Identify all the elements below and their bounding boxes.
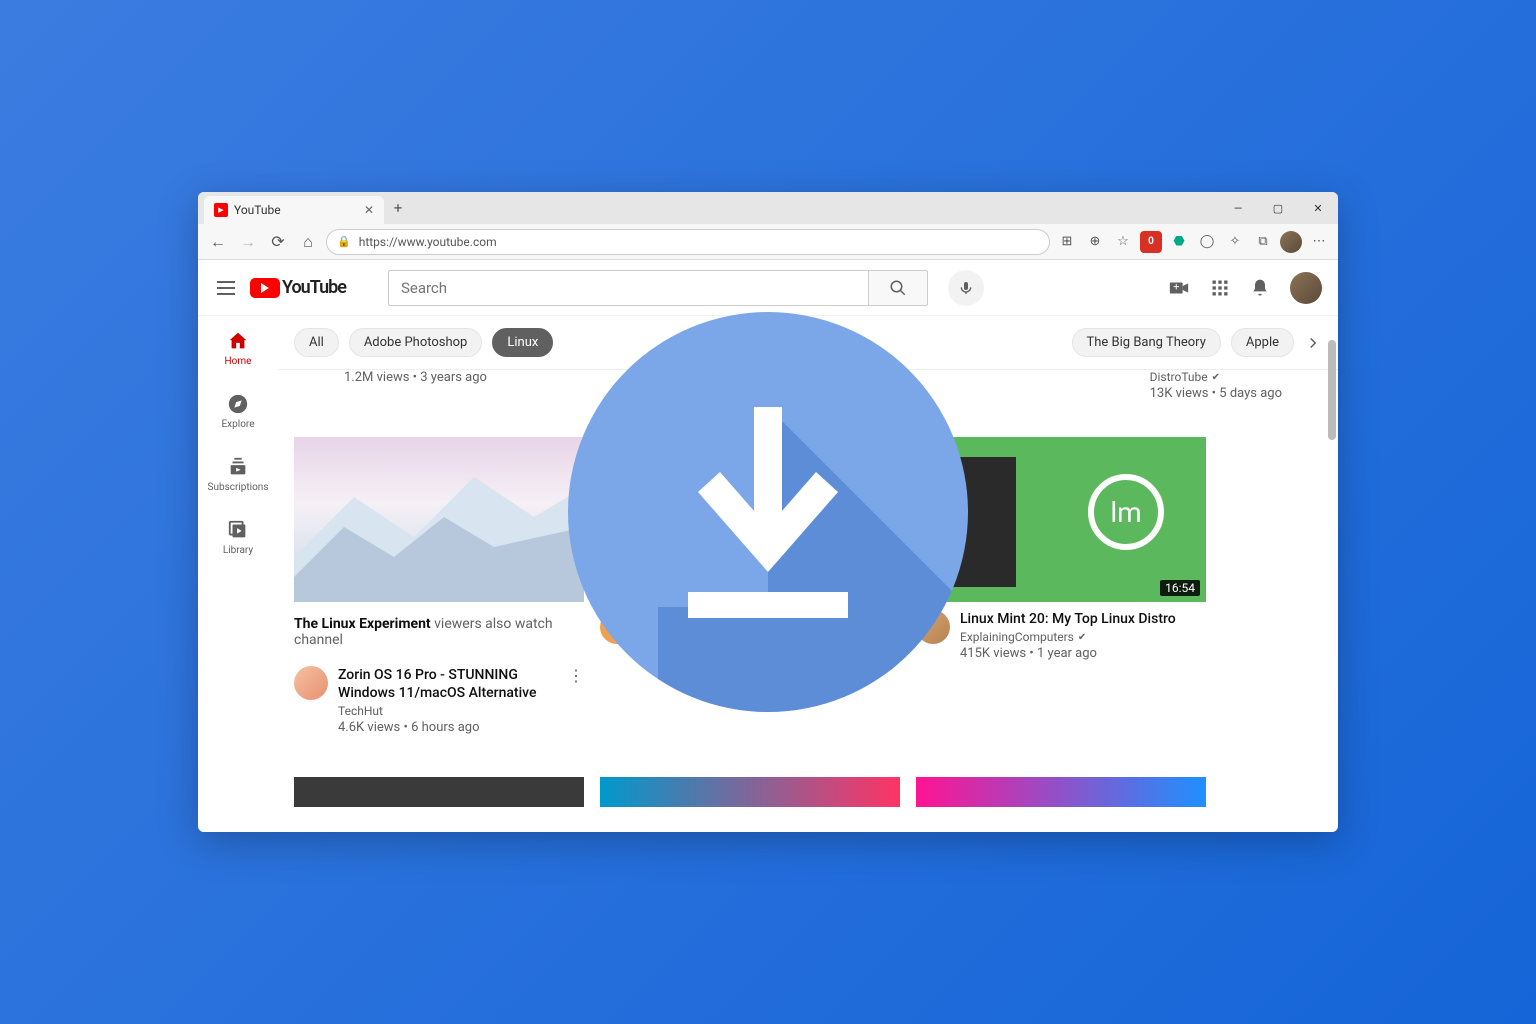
apps-button[interactable]: [1210, 278, 1230, 298]
youtube-favicon-icon: [214, 203, 228, 217]
video-thumbnail[interactable]: [600, 777, 900, 807]
sidebar-item-label: Home: [225, 356, 252, 367]
back-button[interactable]: ←: [206, 230, 230, 254]
youtube-logo-text: YouTube: [282, 277, 346, 298]
notifications-button[interactable]: [1250, 278, 1270, 298]
video-thumbnail[interactable]: [294, 437, 584, 602]
channel-name[interactable]: ExplainingComputers ✔: [960, 630, 1176, 644]
user-avatar[interactable]: [1290, 272, 1322, 304]
forward-button[interactable]: →: [236, 230, 260, 254]
create-button[interactable]: [1168, 277, 1190, 299]
chip-photoshop[interactable]: Adobe Photoshop: [349, 328, 483, 357]
tab-title: YouTube: [234, 203, 281, 217]
search-input[interactable]: [388, 270, 868, 306]
url-text: https://www.youtube.com: [359, 235, 497, 249]
browser-window: YouTube ✕ + — ▢ ✕ ← → ⟳ ⌂ 🔒 https://www.…: [198, 192, 1338, 832]
scrollbar[interactable]: [1328, 340, 1336, 440]
grid-icon: [1210, 278, 1230, 298]
youtube-header: YouTube: [198, 260, 1338, 316]
lock-icon: 🔒: [337, 235, 351, 248]
youtube-logo[interactable]: YouTube: [250, 277, 346, 298]
sidebar-item-label: Explore: [222, 419, 255, 430]
subscriptions-icon: [227, 456, 249, 478]
collections-icon[interactable]: ⧉: [1252, 231, 1274, 253]
explore-icon: [227, 393, 249, 415]
address-bar[interactable]: 🔒 https://www.youtube.com: [326, 229, 1050, 255]
chevron-right-icon: [1304, 334, 1322, 352]
hamburger-menu-button[interactable]: [214, 276, 238, 300]
video-meta: 415K views • 1 year ago: [960, 646, 1176, 661]
refresh-button[interactable]: ⟳: [266, 230, 290, 254]
sidebar-item-label: Library: [223, 545, 253, 556]
video-thumbnail[interactable]: [916, 777, 1206, 807]
shield-extension-icon[interactable]: ⬣: [1168, 231, 1190, 253]
maximize-button[interactable]: ▢: [1258, 192, 1298, 224]
video-title[interactable]: Linux Mint 20: My Top Linux Distro: [960, 610, 1176, 628]
channel-avatar[interactable]: [294, 666, 328, 700]
video-plus-icon: [1168, 277, 1190, 299]
video-meta: 13K views • 5 days ago: [1150, 386, 1282, 401]
sidebar-item-label: Subscriptions: [208, 482, 269, 493]
bell-icon: [1250, 278, 1270, 298]
favorites-icon[interactable]: ☆: [1112, 231, 1134, 253]
download-overlay-icon: [568, 312, 968, 712]
chip-scroll-right-button[interactable]: [1304, 334, 1322, 352]
video-thumbnail[interactable]: [294, 777, 584, 807]
home-icon: [227, 330, 249, 352]
profile-avatar[interactable]: [1280, 231, 1302, 253]
video-shelf-partial: [294, 761, 1322, 823]
browser-toolbar: ← → ⟳ ⌂ 🔒 https://www.youtube.com ⊞ ⊕ ☆ …: [198, 224, 1338, 260]
video-card[interactable]: The Linux Experiment viewers also watch …: [294, 437, 584, 735]
minimize-button[interactable]: —: [1218, 192, 1258, 224]
channel-name[interactable]: TechHut: [338, 704, 558, 718]
new-tab-button[interactable]: +: [384, 192, 412, 224]
window-controls: — ▢ ✕: [1218, 192, 1338, 224]
adblock-extension-icon[interactable]: 0: [1140, 231, 1162, 253]
video-meta: 4.6K views • 6 hours ago: [338, 720, 558, 735]
favorites-bar-icon[interactable]: ✧: [1224, 231, 1246, 253]
chip-linux[interactable]: Linux: [492, 328, 553, 357]
youtube-logo-icon: [250, 278, 280, 298]
search-bar: [388, 270, 928, 306]
video-title[interactable]: Zorin OS 16 Pro - STUNNING Windows 11/ma…: [338, 666, 558, 702]
search-icon: [889, 279, 907, 297]
tab-close-button[interactable]: ✕: [364, 203, 374, 217]
youtube-header-actions: [1168, 272, 1322, 304]
browser-menu-button[interactable]: ⋯: [1308, 231, 1330, 253]
extensions-icon[interactable]: ⊞: [1056, 231, 1078, 253]
sidebar: Home Explore Subscriptions Library: [198, 260, 278, 832]
sidebar-item-library[interactable]: Library: [203, 509, 273, 566]
library-icon: [227, 519, 249, 541]
zoom-icon[interactable]: ⊕: [1084, 231, 1106, 253]
chip-all[interactable]: All: [294, 328, 339, 357]
shelf-header: The Linux Experiment viewers also watch …: [294, 606, 584, 658]
search-button[interactable]: [868, 270, 928, 306]
microphone-icon: [958, 280, 974, 296]
sidebar-item-home[interactable]: Home: [203, 320, 273, 377]
video-meta: 1.2M views • 3 years ago: [344, 370, 487, 401]
extension-icon[interactable]: ◯: [1196, 231, 1218, 253]
close-window-button[interactable]: ✕: [1298, 192, 1338, 224]
chip-apple[interactable]: Apple: [1231, 328, 1294, 357]
sidebar-item-subscriptions[interactable]: Subscriptions: [203, 446, 273, 503]
verified-icon: ✔: [1212, 372, 1220, 383]
voice-search-button[interactable]: [948, 270, 984, 306]
svg-text:lm: lm: [1110, 496, 1141, 529]
sidebar-item-explore[interactable]: Explore: [203, 383, 273, 440]
titlebar: YouTube ✕ + — ▢ ✕: [198, 192, 1338, 224]
home-button[interactable]: ⌂: [296, 230, 320, 254]
verified-icon: ✔: [1078, 632, 1086, 643]
channel-name[interactable]: DistroTube ✔: [1150, 370, 1282, 384]
video-duration: 16:54: [1160, 580, 1200, 596]
chip-big-bang-theory[interactable]: The Big Bang Theory: [1072, 328, 1221, 357]
browser-tab[interactable]: YouTube ✕: [204, 196, 384, 224]
